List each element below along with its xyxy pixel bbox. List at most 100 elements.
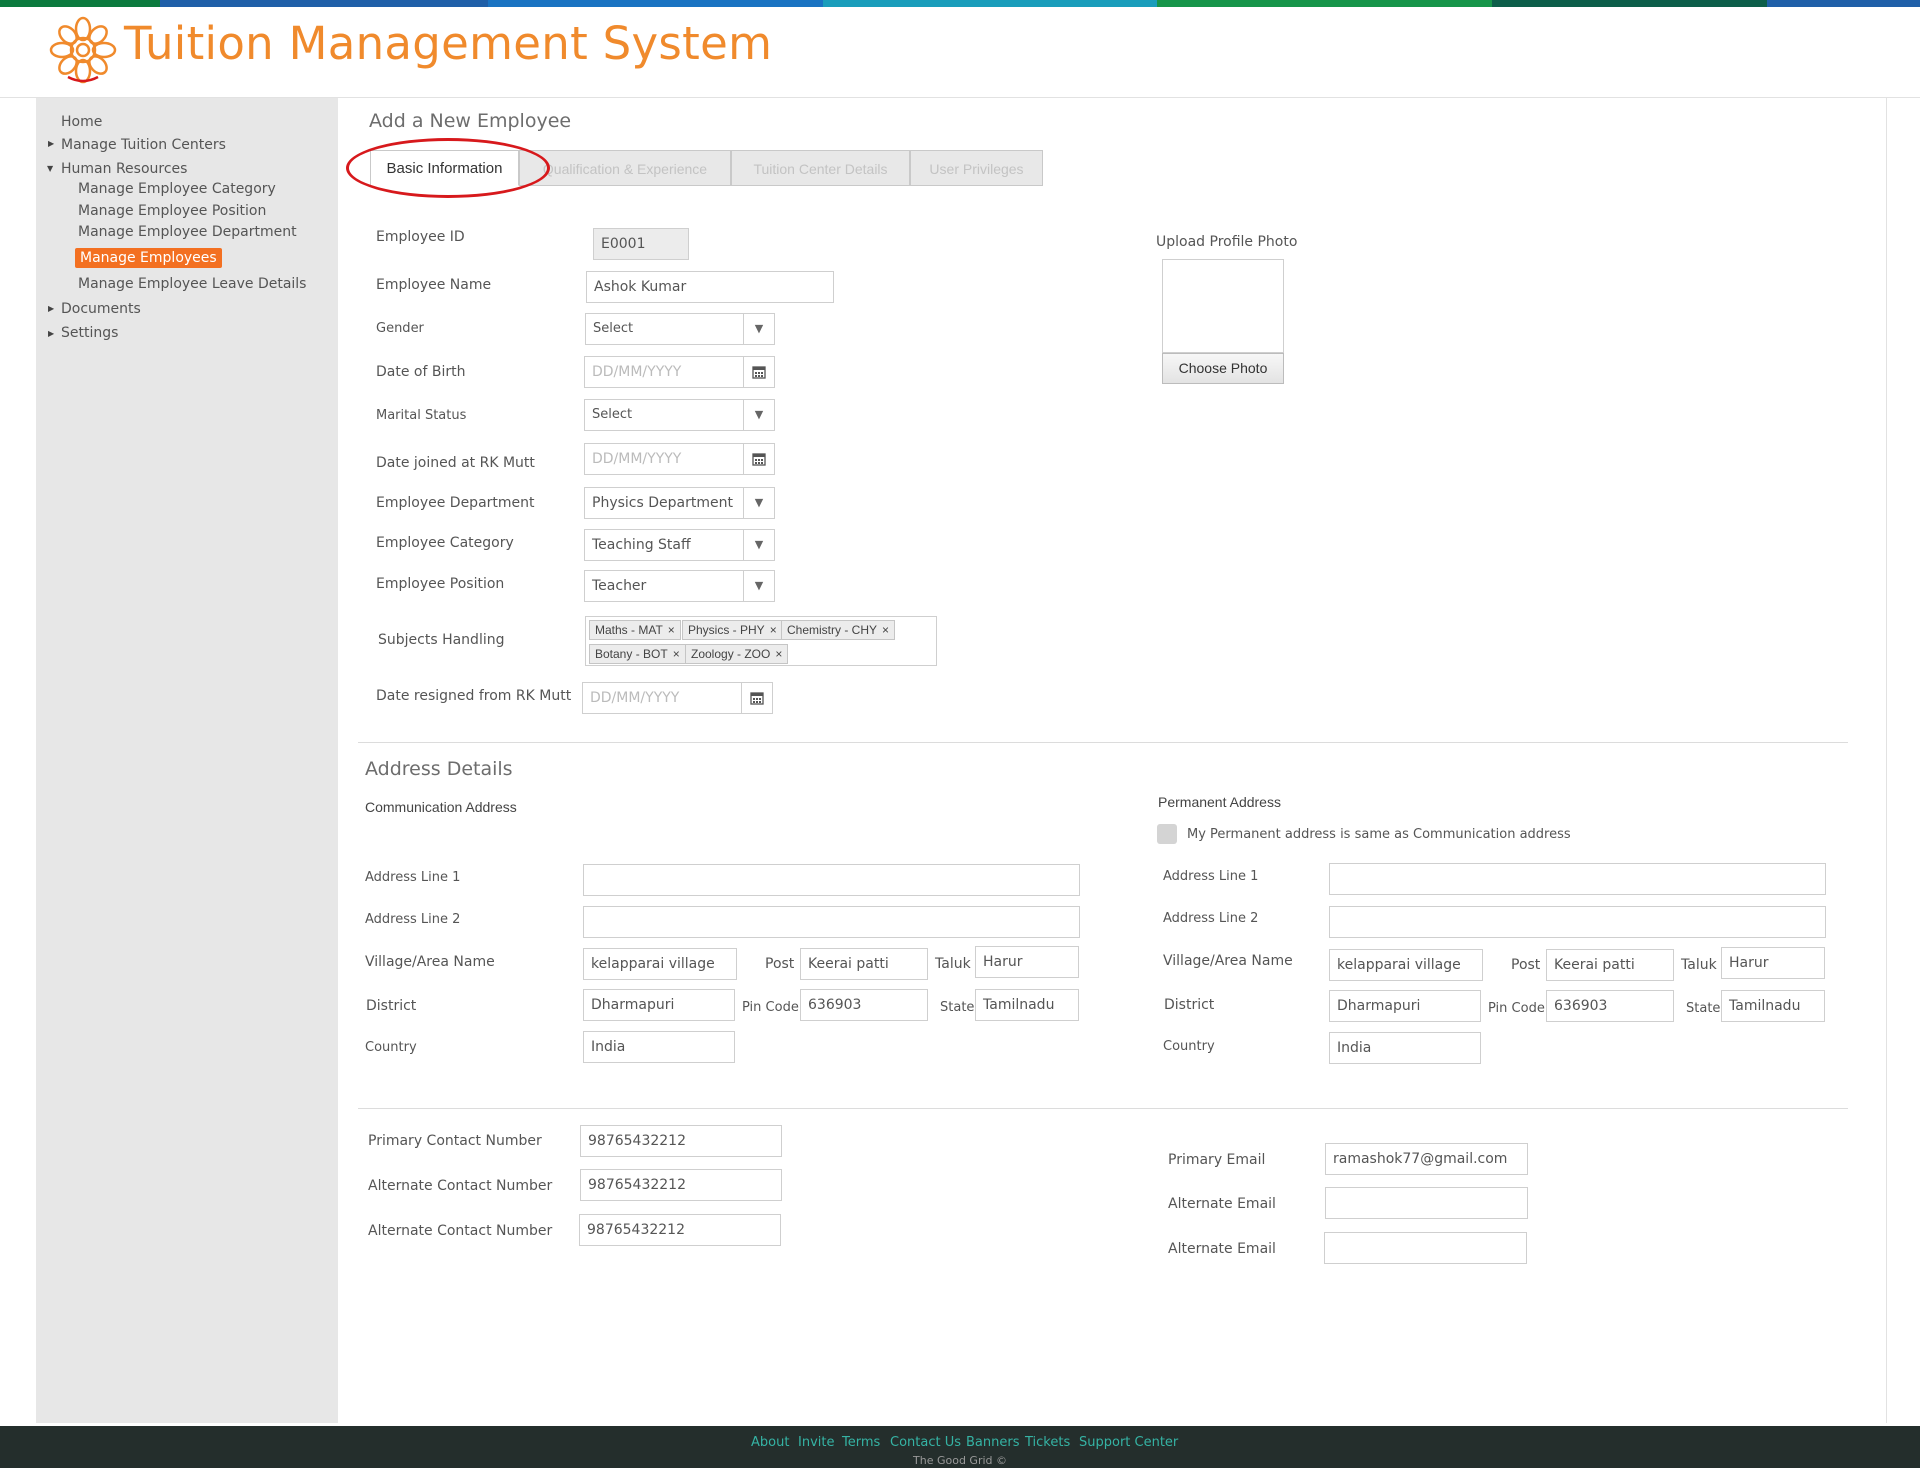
marital-status-value: Select [592,407,633,422]
tab-tuition-center[interactable]: Tuition Center Details [731,150,910,186]
position-select[interactable]: Teacher ▼ [584,570,775,602]
tab-basic-information[interactable]: Basic Information [370,150,519,186]
perm-taluk-input[interactable]: Harur [1721,947,1825,979]
perm-state-label: State [1686,1001,1721,1016]
tab-qualification[interactable]: Qualification & Experience [519,150,731,186]
subject-tag[interactable]: Chemistry - CHY × [781,620,896,640]
calendar-icon[interactable] [743,444,774,474]
sidebar-item-human-resources[interactable]: Human Resources [61,161,187,177]
alt-email-input[interactable] [1325,1187,1528,1219]
alt-email-input[interactable] [1324,1232,1527,1264]
subject-tag[interactable]: Maths - MAT × [589,620,681,640]
alt-contact-input[interactable]: 98765432212 [579,1214,781,1246]
subject-tag[interactable]: Zoology - ZOO × [685,644,789,664]
sidebar-item-documents[interactable]: Documents [61,301,141,317]
chevron-down-icon: ▼ [743,571,774,601]
perm-state-input[interactable]: Tamilnadu [1721,990,1825,1022]
footer: About Invite Terms Contact Us Banners Ti… [0,1426,1920,1468]
same-address-checkbox[interactable] [1157,824,1177,844]
category-label: Employee Category [376,535,514,551]
subject-tag[interactable]: Botany - BOT × [589,644,686,664]
date-joined-input[interactable]: DD/MM/YYYY [584,443,775,475]
comm-taluk-input[interactable]: Harur [975,946,1079,978]
tab-user-privileges[interactable]: User Privileges [910,150,1043,186]
comm-post-label: Post [765,956,795,972]
perm-post-input[interactable]: Keerai patti [1546,949,1674,981]
comm-pin-input[interactable]: 636903 [800,989,928,1021]
subjects-label: Subjects Handling [378,632,505,648]
perm-line1-input[interactable] [1329,863,1826,895]
sidebar-item-employee-category[interactable]: Manage Employee Category [78,181,276,197]
perm-village-input[interactable]: kelapparai village [1329,949,1483,981]
sidebar-item-tuition-centers[interactable]: Manage Tuition Centers [61,137,226,153]
alt-contact-input[interactable]: 98765432212 [580,1169,782,1201]
subjects-tag-input[interactable]: Maths - MAT × Physics - PHY × Chemistry - … [585,616,937,666]
perm-district-label: District [1164,997,1215,1013]
sidebar-item-employee-department[interactable]: Manage Employee Department [78,224,297,240]
footer-link-banners[interactable]: Banners [966,1435,1019,1450]
section-divider [358,1108,1848,1109]
section-divider [358,742,1848,743]
comm-country-input[interactable]: India [583,1031,735,1063]
comm-post-input[interactable]: Keerai patti [800,948,928,980]
comm-line2-input[interactable] [583,906,1080,938]
perm-line2-input[interactable] [1329,906,1826,938]
close-icon[interactable]: × [882,623,889,637]
dob-input[interactable]: DD/MM/YYYY [584,356,775,388]
comm-state-input[interactable]: Tamilnadu [975,989,1079,1021]
perm-line2-label: Address Line 2 [1163,911,1259,926]
close-icon[interactable]: × [673,647,680,661]
sidebar-item-employee-position[interactable]: Manage Employee Position [78,203,266,219]
footer-link-about[interactable]: About [751,1435,789,1450]
perm-district-input[interactable]: Dharmapuri [1329,990,1481,1022]
sidebar-item-leave-details[interactable]: Manage Employee Leave Details [78,276,306,292]
comm-village-input[interactable]: kelapparai village [583,948,737,980]
perm-country-label: Country [1163,1039,1215,1054]
footer-link-terms[interactable]: Terms [842,1435,880,1450]
footer-link-contact[interactable]: Contact Us [890,1435,961,1450]
sidebar-item-employees[interactable]: Manage Employees [75,248,222,268]
department-select[interactable]: Physics Department ▼ [584,487,775,519]
close-icon[interactable]: × [668,623,675,637]
category-select[interactable]: Teaching Staff ▼ [584,529,775,561]
position-value: Teacher [592,578,647,594]
calendar-icon[interactable] [741,683,772,713]
date-resigned-input[interactable]: DD/MM/YYYY [582,682,773,714]
calendar-icon[interactable] [743,357,774,387]
employee-id-label: Employee ID [376,229,465,245]
category-value: Teaching Staff [592,537,691,553]
app-title: Tuition Management System [124,17,773,70]
perm-country-input[interactable]: India [1329,1032,1481,1064]
alt-email-label: Alternate Email [1168,1196,1276,1212]
footer-link-invite[interactable]: Invite [798,1435,834,1450]
caret-right-icon: ▶ [48,329,55,338]
sidebar-item-home[interactable]: Home [61,114,102,130]
comm-district-input[interactable]: Dharmapuri [583,989,735,1021]
subject-tag-label: Botany - BOT [595,647,668,661]
upload-photo-label: Upload Profile Photo [1156,234,1298,250]
primary-contact-label: Primary Contact Number [368,1133,542,1149]
date-resigned-placeholder: DD/MM/YYYY [590,690,680,706]
close-icon[interactable]: × [775,647,782,661]
marital-status-select[interactable]: Select ▼ [584,399,775,431]
comm-village-label: Village/Area Name [365,954,495,970]
footer-link-tickets[interactable]: Tickets [1025,1435,1070,1450]
perm-pin-input[interactable]: 636903 [1546,990,1674,1022]
date-joined-label: Date joined at RK Mutt [376,455,535,471]
employee-id-field[interactable]: E0001 [593,228,689,260]
gender-label: Gender [376,321,424,336]
close-icon[interactable]: × [770,623,777,637]
dob-label: Date of Birth [376,364,466,380]
primary-email-input[interactable]: ramashok77@gmail.com [1325,1143,1528,1175]
copyright: The Good Grid © [913,1454,1007,1467]
gender-select[interactable]: Select ▼ [585,313,775,345]
footer-link-support[interactable]: Support Center [1079,1435,1178,1450]
comm-line2-label: Address Line 2 [365,912,461,927]
employee-name-input[interactable]: Ashok Kumar [586,271,834,303]
choose-photo-button[interactable]: Choose Photo [1162,353,1284,384]
comm-line1-input[interactable] [583,864,1080,896]
perm-taluk-label: Taluk [1681,957,1717,973]
subject-tag[interactable]: Physics - PHY × [682,620,783,640]
sidebar-item-settings[interactable]: Settings [61,325,118,341]
primary-contact-input[interactable]: 98765432212 [580,1125,782,1157]
